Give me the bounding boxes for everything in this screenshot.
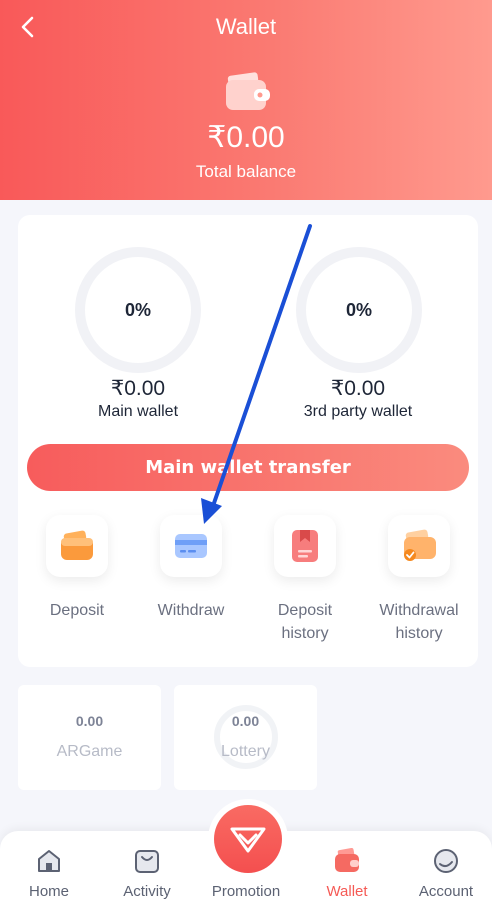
deposit-wallet-icon [61,530,93,560]
nav-activity[interactable]: Activity [98,831,196,903]
total-balance-amount: ₹0.00 [207,121,285,154]
main-wallet-amount: ₹0.00 [110,377,166,400]
deposit-history-icon-tile [274,515,336,577]
deposit-history-line2: history [281,625,329,642]
total-balance-label: Total balance [195,162,297,181]
nav-promotion-label: Promotion [211,883,281,900]
argame-amount: 0.00 [75,713,104,729]
lottery-label: Lottery [221,743,270,760]
card-icon [175,534,207,558]
nav-wallet-label: Wallet [326,883,368,900]
promotion-center-button[interactable] [208,799,288,879]
third-party-wallet-label: 3rd party wallet [303,403,413,420]
argame-wallet-box[interactable]: 0.00 ARGame [18,685,161,790]
wallet-summary-card: 0% ₹0.00 Main wallet 0% ₹0.00 3rd party … [18,215,478,667]
home-icon [38,850,60,872]
withdraw-label: Withdraw [157,602,225,619]
third-party-wallet-percent: 0% [296,247,422,373]
main-wallet-percent: 0% [75,247,201,373]
nav-wallet[interactable]: Wallet [298,831,396,903]
withdrawal-history-line2: history [395,625,443,642]
deposit-label: Deposit [49,602,105,619]
nav-home-label: Home [28,883,69,900]
page-title: Wallet [215,14,277,39]
withdrawal-history-line1: Withdrawal [379,602,459,619]
deposit-history-line1: Deposit [277,602,333,619]
promotion-badge [214,805,282,873]
account-icon [434,849,458,873]
nav-account[interactable]: Account [397,831,492,903]
withdraw-button[interactable]: Withdraw [136,515,246,622]
lottery-amount: 0.00 [231,713,260,729]
wallet-header: Wallet ₹0.00 Total balance [0,0,492,200]
document-bookmark-icon [292,530,318,562]
argame-label: ARGame [56,743,123,760]
main-wallet-transfer-button[interactable]: Main wallet transfer [27,444,469,491]
wallet-icon [226,72,270,110]
deposit-button[interactable]: Deposit [22,515,132,622]
third-party-wallet-progress: 0% [296,247,422,373]
deposit-icon-tile [46,515,108,577]
main-wallet-progress: 0% [75,247,201,373]
wallet-nav-icon [335,847,359,872]
deposit-history-button[interactable]: Deposit history [250,515,360,645]
withdraw-icon-tile [160,515,222,577]
main-wallet-label: Main wallet [97,403,179,420]
withdrawal-history-icon-tile [388,515,450,577]
withdrawal-history-label: Withdrawal history [364,599,474,645]
nav-activity-label: Activity [123,883,171,900]
wallet-check-icon [404,529,436,561]
third-party-wallet-amount: ₹0.00 [330,377,386,400]
diamond-icon [230,827,266,853]
deposit-history-label: Deposit history [250,599,360,645]
nav-home[interactable]: Home [0,831,98,903]
withdrawal-history-button[interactable]: Withdrawal history [364,515,474,645]
nav-account-label: Account [418,883,474,900]
lottery-wallet-box[interactable]: 0.00 Lottery [174,685,317,790]
activity-bag-icon [135,850,159,873]
